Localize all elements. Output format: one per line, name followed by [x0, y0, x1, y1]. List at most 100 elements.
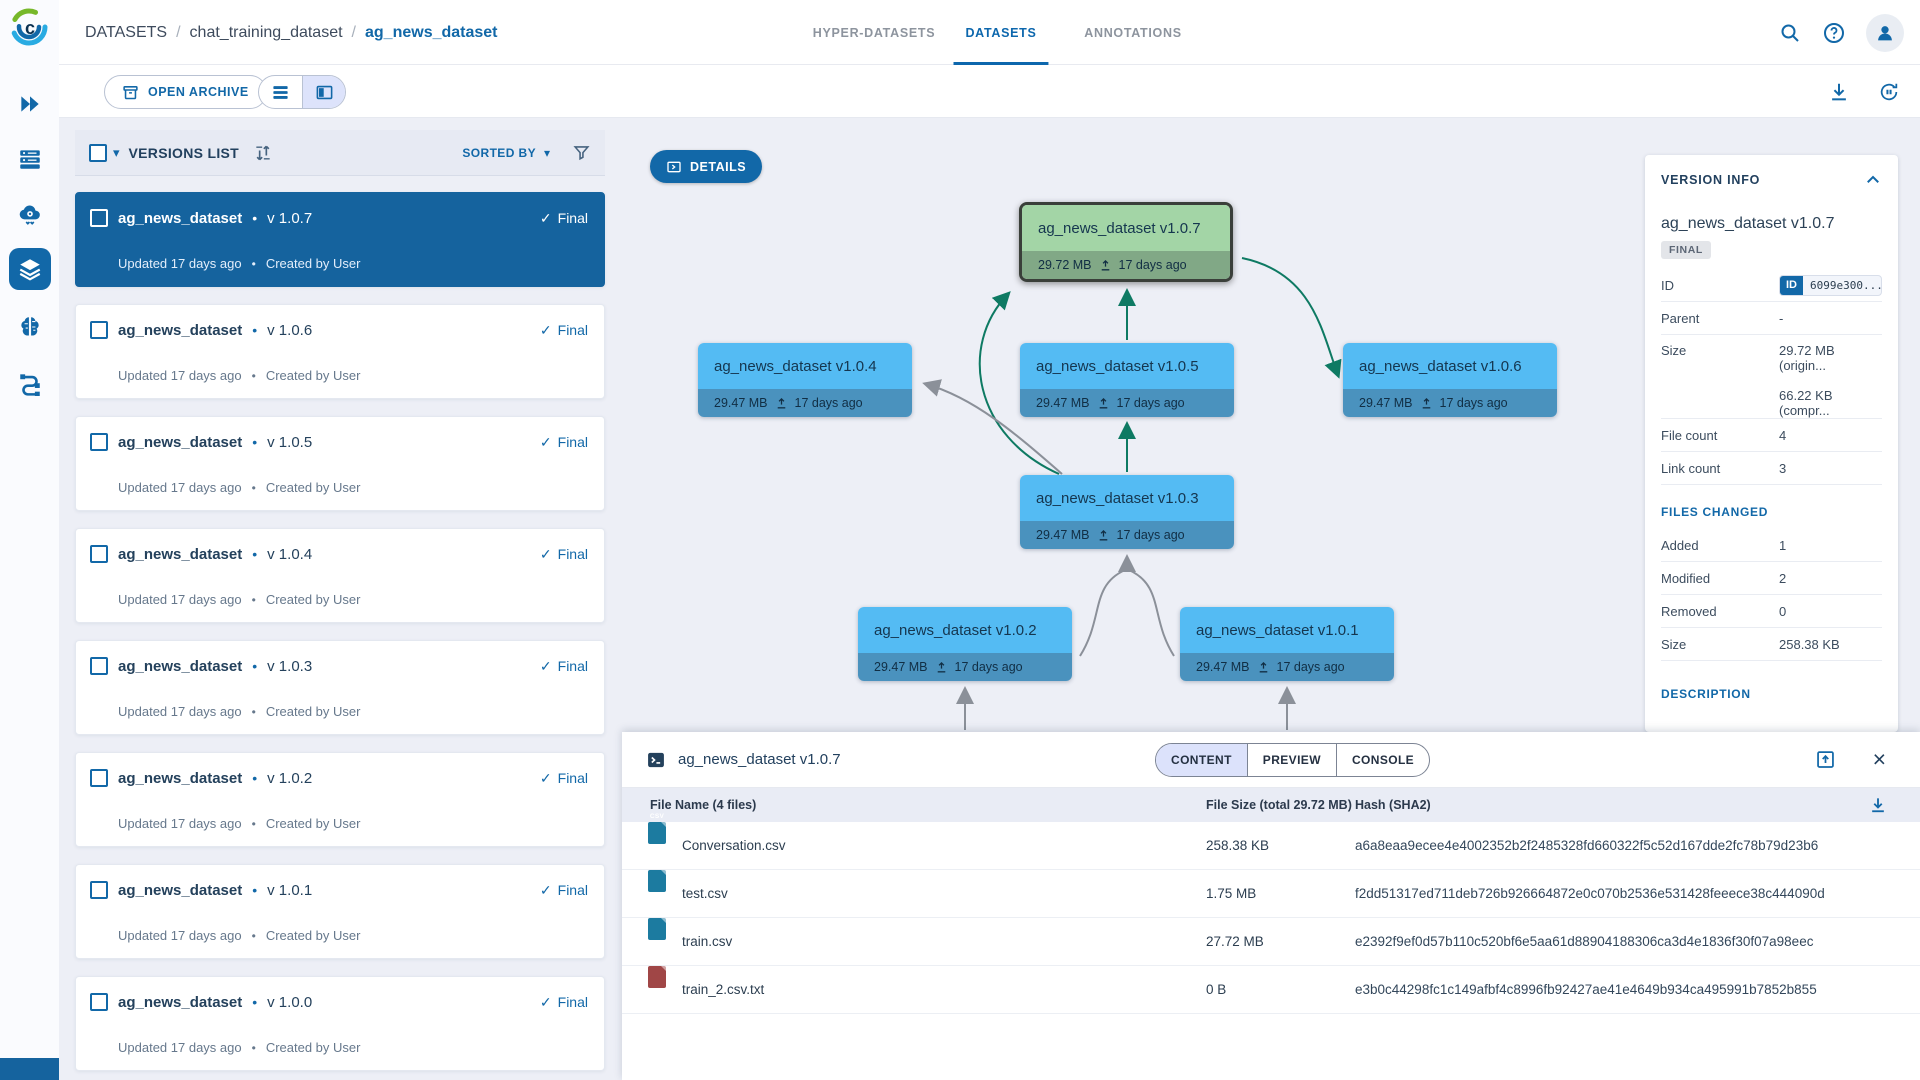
version-number: v 1.0.2	[267, 770, 312, 787]
file-name[interactable]: test.csv	[682, 870, 728, 918]
file-row[interactable]: CSV Conversation.csv 258.38 KB a6a8eaa9e…	[622, 822, 1920, 870]
upload-icon	[1097, 397, 1110, 410]
open-archive-label: OPEN ARCHIVE	[148, 85, 249, 99]
version-list-item[interactable]: ag_news_dataset • v 1.0.3 ✓Final Updated…	[75, 640, 605, 735]
help-icon[interactable]	[1822, 21, 1846, 45]
graph-node[interactable]: ag_news_dataset v1.0.4 29.47 MB 17 days …	[698, 343, 912, 417]
file-row[interactable]: CSV test.csv 1.75 MB f2dd51317ed711deb72…	[622, 870, 1920, 918]
split-view-button[interactable]	[302, 76, 345, 108]
compare-sort-icon[interactable]	[253, 143, 273, 163]
files-panel-title: ag_news_dataset v1.0.7	[678, 732, 841, 788]
main-content: ▾ VERSIONS LIST SORTED BY ▾ ag_news_data…	[59, 118, 1920, 1080]
collapse-chevron-icon[interactable]	[1864, 171, 1882, 189]
clearml-logo[interactable]: c	[8, 6, 50, 48]
file-row[interactable]: CSV train.csv 27.72 MB e2392f9ef0d57b110…	[622, 918, 1920, 966]
breadcrumb-separator: /	[176, 24, 180, 42]
files-panel: ag_news_dataset v1.0.7 CONTENT PREVIEW C…	[622, 732, 1920, 1080]
node-title: ag_news_dataset v1.0.3	[1020, 475, 1234, 521]
version-checkbox[interactable]	[90, 321, 108, 339]
automation-cloud-icon[interactable]	[17, 202, 43, 228]
file-row[interactable]: TXT train_2.csv.txt 0 B e3b0c44298fc1c14…	[622, 966, 1920, 1014]
tab-console[interactable]: CONSOLE	[1336, 744, 1429, 776]
user-avatar[interactable]	[1866, 14, 1904, 52]
id-chip[interactable]: ID 6099e300...	[1779, 275, 1882, 296]
expand-sidebar-icon[interactable]	[17, 91, 43, 117]
download-icon[interactable]	[1828, 81, 1850, 103]
file-name[interactable]: Conversation.csv	[682, 822, 786, 870]
datasets-nav-icon[interactable]	[9, 248, 51, 290]
table-view-button[interactable]	[259, 76, 302, 108]
version-number: v 1.0.7	[267, 210, 312, 227]
details-button[interactable]: DETAILS	[650, 150, 762, 183]
filter-icon[interactable]	[572, 143, 591, 162]
node-title: ag_news_dataset v1.0.6	[1343, 343, 1557, 389]
version-list-item[interactable]: ag_news_dataset • v 1.0.7 ✓Final Updated…	[75, 192, 605, 287]
info-row-added: Added1	[1661, 529, 1882, 562]
version-number: v 1.0.1	[267, 882, 312, 899]
version-checkbox[interactable]	[90, 657, 108, 675]
pipelines-nav-icon[interactable]	[17, 370, 43, 396]
version-name: ag_news_dataset	[118, 210, 242, 227]
version-checkbox[interactable]	[90, 545, 108, 563]
select-all-checkbox[interactable]	[89, 144, 107, 162]
open-archive-button[interactable]: OPEN ARCHIVE	[104, 75, 267, 109]
info-row-size: Size 29.72 MB (origin...66.22 KB (compr.…	[1661, 335, 1882, 419]
sorted-by-dropdown[interactable]: SORTED BY	[462, 146, 536, 160]
tab-hyper-datasets[interactable]: HYPER-DATASETS	[801, 0, 948, 65]
graph-node[interactable]: ag_news_dataset v1.0.2 29.47 MB 17 days …	[858, 607, 1072, 681]
info-row-changed-size: Size258.38 KB	[1661, 628, 1882, 661]
file-size: 1.75 MB	[1206, 870, 1256, 918]
check-icon: ✓	[540, 770, 552, 787]
graph-node[interactable]: ag_news_dataset v1.0.3 29.47 MB 17 days …	[1020, 475, 1234, 549]
breadcrumb-dataset[interactable]: ag_news_dataset	[365, 24, 498, 42]
person-icon	[1874, 22, 1896, 44]
file-size: 258.38 KB	[1206, 822, 1269, 870]
breadcrumb-root[interactable]: DATASETS	[85, 24, 167, 42]
version-list-item[interactable]: ag_news_dataset • v 1.0.2 ✓Final Updated…	[75, 752, 605, 847]
tab-preview[interactable]: PREVIEW	[1247, 744, 1336, 776]
tab-content[interactable]: CONTENT	[1156, 744, 1247, 776]
graph-node-selected[interactable]: ag_news_dataset v1.0.7 29.72 MB 17 days …	[1019, 202, 1233, 282]
version-list-item[interactable]: ag_news_dataset • v 1.0.1 ✓Final Updated…	[75, 864, 605, 959]
versions-list-header: ▾ VERSIONS LIST SORTED BY ▾	[75, 130, 605, 176]
node-title: ag_news_dataset v1.0.1	[1180, 607, 1394, 653]
version-checkbox[interactable]	[90, 881, 108, 899]
tab-annotations[interactable]: ANNOTATIONS	[1072, 0, 1194, 65]
version-checkbox[interactable]	[90, 769, 108, 787]
version-checkbox[interactable]	[90, 209, 108, 227]
console-icon	[646, 750, 666, 770]
file-name[interactable]: train.csv	[682, 918, 732, 966]
models-brain-icon[interactable]	[17, 314, 43, 340]
close-icon[interactable]: ×	[1873, 745, 1886, 773]
node-title: ag_news_dataset v1.0.7	[1022, 205, 1230, 251]
node-meta: 29.47 MB 17 days ago	[1180, 653, 1394, 681]
file-hash: e2392f9ef0d57b110c520bf6e5aa61d889041883…	[1355, 918, 1813, 966]
upload-icon	[935, 661, 948, 674]
expand-panel-icon[interactable]	[1815, 749, 1836, 770]
workers-queues-icon[interactable]	[17, 146, 43, 172]
files-changed-title: FILES CHANGED	[1661, 505, 1882, 519]
version-list-item[interactable]: ag_news_dataset • v 1.0.4 ✓Final Updated…	[75, 528, 605, 623]
search-icon[interactable]	[1778, 21, 1802, 45]
tab-datasets[interactable]: DATASETS	[953, 0, 1048, 65]
check-icon: ✓	[540, 994, 552, 1011]
version-list-item[interactable]: ag_news_dataset • v 1.0.5 ✓Final Updated…	[75, 416, 605, 511]
select-dropdown-caret[interactable]: ▾	[113, 145, 120, 161]
node-title: ag_news_dataset v1.0.2	[858, 607, 1072, 653]
version-list-item[interactable]: ag_news_dataset • v 1.0.0 ✓Final Updated…	[75, 976, 605, 1071]
auto-refresh-icon[interactable]	[1878, 81, 1900, 103]
status-final: ✓Final	[540, 434, 588, 451]
version-name: ag_news_dataset	[118, 546, 242, 563]
version-list-item[interactable]: ag_news_dataset • v 1.0.6 ✓Final Updated…	[75, 304, 605, 399]
check-icon: ✓	[540, 210, 552, 227]
graph-node[interactable]: ag_news_dataset v1.0.5 29.47 MB 17 days …	[1020, 343, 1234, 417]
version-checkbox[interactable]	[90, 993, 108, 1011]
download-files-icon[interactable]	[1868, 795, 1888, 815]
file-name[interactable]: train_2.csv.txt	[682, 966, 764, 1014]
breadcrumb-project[interactable]: chat_training_dataset	[190, 24, 343, 42]
graph-node[interactable]: ag_news_dataset v1.0.6 29.47 MB 17 days …	[1343, 343, 1557, 417]
graph-node[interactable]: ag_news_dataset v1.0.1 29.47 MB 17 days …	[1180, 607, 1394, 681]
sorted-by-caret[interactable]: ▾	[544, 146, 550, 160]
version-checkbox[interactable]	[90, 433, 108, 451]
version-number: v 1.0.0	[267, 994, 312, 1011]
